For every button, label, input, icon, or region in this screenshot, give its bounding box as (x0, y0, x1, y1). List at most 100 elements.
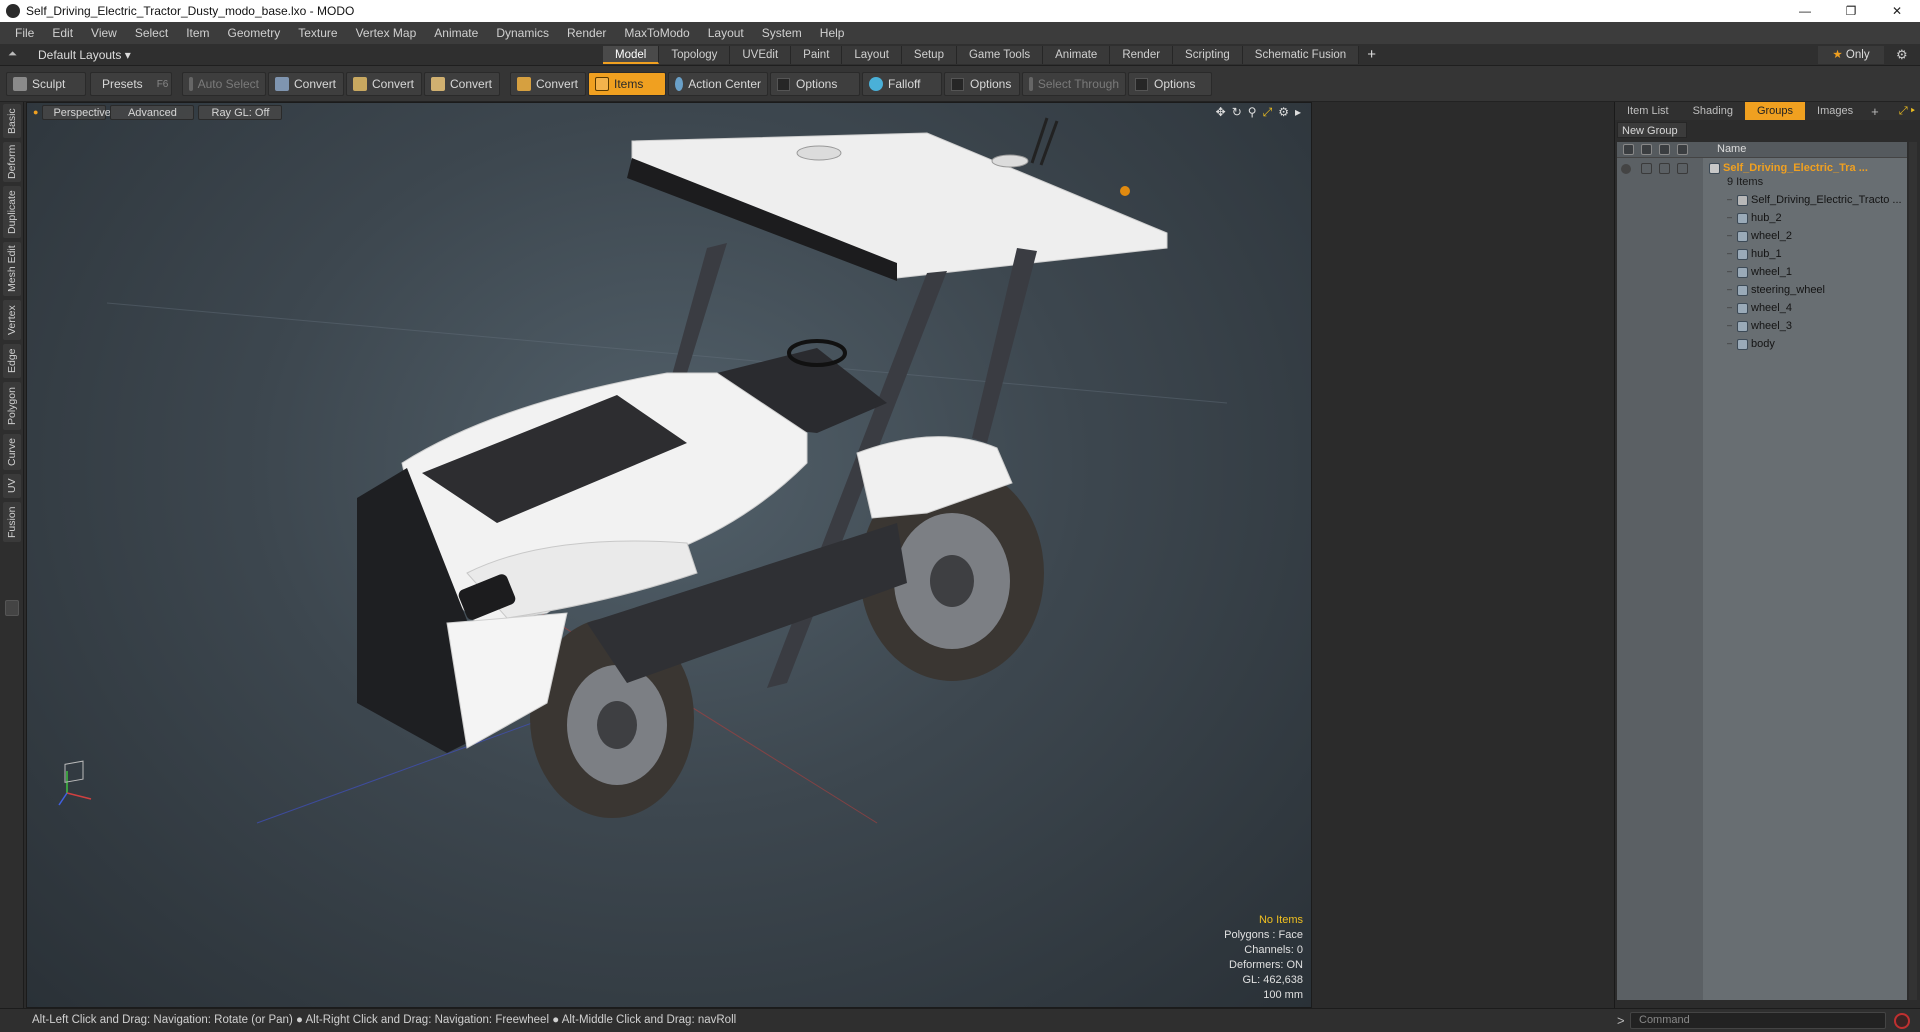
tab-layout[interactable]: Layout (842, 46, 902, 64)
layouts-icon[interactable]: ⏶ (8, 48, 17, 61)
name-column-header[interactable]: Name (1717, 143, 1746, 155)
pan-icon[interactable]: ✥ (1216, 105, 1226, 120)
select-toggle[interactable] (1677, 163, 1688, 174)
default-layouts-dropdown[interactable]: Default Layouts ▾ (38, 48, 131, 62)
tab-toggle-button[interactable] (5, 600, 19, 616)
eye-icon[interactable] (1621, 164, 1631, 174)
options-checkbox-1[interactable] (777, 77, 790, 91)
viewport-menu-dot[interactable]: ● (33, 107, 38, 117)
tab-paint[interactable]: Paint (791, 46, 843, 64)
menu-maxtomodo[interactable]: MaxToModo (615, 26, 698, 40)
vtab-duplicate[interactable]: Duplicate (3, 186, 21, 238)
tab-render[interactable]: Render (1110, 46, 1174, 64)
menu-select[interactable]: Select (126, 26, 177, 40)
menu-file[interactable]: File (6, 26, 43, 40)
tab-groups[interactable]: Groups (1744, 102, 1806, 120)
menu-texture[interactable]: Texture (289, 26, 346, 40)
menu-animate[interactable]: Animate (425, 26, 487, 40)
only-toggle[interactable]: ★ Only (1818, 46, 1884, 64)
tab-scripting[interactable]: Scripting (1173, 46, 1243, 64)
maximize-viewport-icon[interactable]: ⤢ (1263, 105, 1273, 120)
rotate-icon[interactable]: ↻ (1232, 105, 1242, 120)
visibility-column-icon[interactable] (1623, 144, 1634, 155)
minimize-button[interactable]: — (1782, 0, 1828, 22)
select-through-options[interactable]: Options (1128, 72, 1212, 96)
raygl-dropdown[interactable]: Ray GL: Off (198, 104, 283, 120)
select-column-icon[interactable] (1677, 144, 1688, 155)
options-checkbox-3[interactable] (1135, 77, 1148, 91)
zoom-icon[interactable]: ⚲ (1248, 105, 1257, 120)
menu-edit[interactable]: Edit (43, 26, 82, 40)
menu-view[interactable]: View (82, 26, 126, 40)
tab-setup[interactable]: Setup (901, 46, 957, 64)
vtab-curve[interactable]: Curve (3, 434, 21, 470)
list-item[interactable]: – body (1617, 336, 1907, 354)
lock-toggle[interactable] (1659, 163, 1670, 174)
lock-column-icon[interactable] (1659, 144, 1670, 155)
new-group-button[interactable]: New Group (1617, 122, 1687, 138)
auto-select-button[interactable]: Auto Select (182, 72, 266, 96)
add-panel-tab-button[interactable]: + (1865, 104, 1885, 119)
list-item[interactable]: – wheel_1 (1617, 264, 1907, 282)
sculpt-button[interactable]: Sculpt (6, 72, 86, 96)
gear-icon[interactable]: ⚙ (1896, 47, 1908, 63)
menu-item[interactable]: Item (177, 26, 218, 40)
list-item[interactable]: – steering_wheel (1617, 282, 1907, 300)
vtab-mesh-edit[interactable]: Mesh Edit (3, 242, 21, 296)
tab-uvedit[interactable]: UVEdit (730, 46, 792, 64)
list-item[interactable]: – hub_2 (1617, 210, 1907, 228)
perspective-dropdown[interactable]: Perspective (42, 104, 111, 120)
add-layout-tab-button[interactable]: + (1359, 46, 1384, 64)
options-checkbox-2[interactable] (951, 77, 964, 91)
action-center-button[interactable]: Action Center (668, 72, 768, 96)
3d-viewport[interactable]: ● Perspective Advanced Ray GL: Off ✥ ↻ ⚲… (26, 102, 1312, 1008)
convert-button-1[interactable]: Convert (268, 72, 344, 96)
tab-schematic-fusion[interactable]: Schematic Fusion (1242, 46, 1360, 64)
list-item[interactable]: – wheel_3 (1617, 318, 1907, 336)
vtab-uv[interactable]: UV (3, 474, 21, 498)
vtab-basic[interactable]: Basic (3, 104, 21, 138)
render-column-icon[interactable] (1641, 144, 1652, 155)
tab-model[interactable]: Model (603, 46, 660, 64)
vtab-deform[interactable]: Deform (3, 142, 21, 182)
tab-topology[interactable]: Topology (659, 46, 731, 64)
tab-animate[interactable]: Animate (1043, 46, 1111, 64)
vtab-fusion[interactable]: Fusion (3, 502, 21, 542)
presets-button[interactable]: Presets F6 (90, 72, 172, 96)
close-button[interactable]: ✕ (1874, 0, 1920, 22)
vtab-polygon[interactable]: Polygon (3, 382, 21, 430)
action-center-options[interactable]: Options (770, 72, 860, 96)
tab-images[interactable]: Images (1805, 102, 1865, 120)
falloff-button[interactable]: Falloff (862, 72, 942, 96)
vtab-edge[interactable]: Edge (3, 344, 21, 378)
menu-system[interactable]: System (753, 26, 811, 40)
vtab-vertex[interactable]: Vertex (3, 300, 21, 340)
menu-vertex-map[interactable]: Vertex Map (347, 26, 426, 40)
select-through-button[interactable]: Select Through (1022, 72, 1126, 96)
list-item[interactable]: – hub_1 (1617, 246, 1907, 264)
groups-scrollbar[interactable] (1909, 142, 1917, 1000)
menu-layout[interactable]: Layout (699, 26, 753, 40)
viewport-settings-icon[interactable]: ⚙ (1278, 105, 1289, 120)
viewport-expand-arrow-icon[interactable]: ▸ (1295, 105, 1301, 120)
tab-item-list[interactable]: Item List (1615, 102, 1681, 120)
menu-dynamics[interactable]: Dynamics (487, 26, 558, 40)
convert-button-3[interactable]: Convert (424, 72, 500, 96)
render-toggle[interactable] (1641, 163, 1652, 174)
falloff-options[interactable]: Options (944, 72, 1020, 96)
menu-render[interactable]: Render (558, 26, 615, 40)
menu-help[interactable]: Help (811, 26, 854, 40)
convert-button-4[interactable]: Convert (510, 72, 586, 96)
record-macro-icon[interactable] (1894, 1013, 1910, 1029)
tab-game-tools[interactable]: Game Tools (956, 46, 1044, 64)
list-item[interactable]: – wheel_4 (1617, 300, 1907, 318)
tab-shading[interactable]: Shading (1681, 102, 1745, 120)
shading-dropdown[interactable]: Advanced (110, 104, 195, 120)
maximize-button[interactable]: ❐ (1828, 0, 1874, 22)
command-input[interactable]: Command (1630, 1012, 1886, 1029)
convert-button-2[interactable]: Convert (346, 72, 422, 96)
panel-expand-icon[interactable]: ⤢ ▸ (1899, 105, 1920, 118)
list-item[interactable]: – wheel_2 (1617, 228, 1907, 246)
menu-geometry[interactable]: Geometry (219, 26, 290, 40)
list-item[interactable]: – Self_Driving_Electric_Tracto ... (1617, 192, 1907, 210)
